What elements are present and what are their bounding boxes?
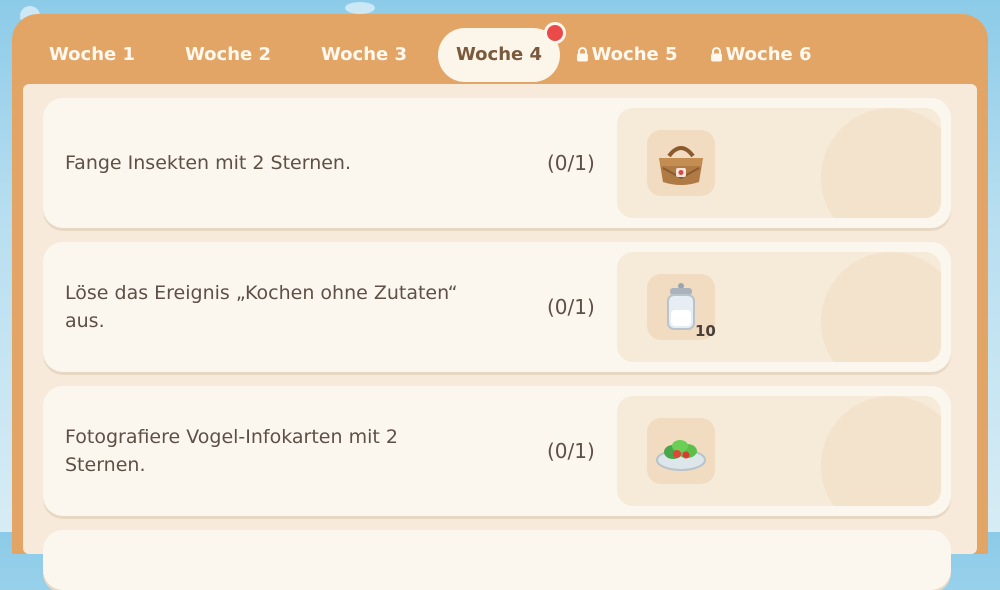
reward-quantity: 10 (695, 322, 716, 340)
task-card[interactable]: Löse das Ereignis „Kochen ohne Zutaten“ … (43, 242, 951, 372)
salad-plate-icon (656, 440, 706, 471)
picnic-basket-icon (659, 146, 703, 185)
tab-label: Woche 6 (725, 44, 812, 65)
reward-area (617, 108, 941, 218)
task-card[interactable]: Fotografiere Vogel-Infokarten mit 2 Ster… (43, 386, 951, 516)
task-progress: (0/1) (547, 151, 595, 175)
tab-week-4[interactable]: Woche 4 (438, 22, 566, 82)
task-description: Fange Insekten mit 2 Sternen. (65, 152, 352, 174)
notification-dot (544, 22, 566, 44)
tab-label: Woche 1 (48, 44, 136, 65)
reward-slot[interactable] (647, 418, 715, 484)
task-list: Fange Insekten mit 2 Sternen. (0/1) Löse… (23, 84, 977, 590)
reward-area (617, 396, 941, 506)
tab-week-5[interactable]: Woche 5 (572, 28, 682, 82)
tab-week-3[interactable]: Woche 3 (304, 28, 424, 82)
tab-label: Woche 3 (320, 44, 408, 65)
tab-label: Woche 4 (455, 44, 543, 65)
task-description: Löse das Ereignis „Kochen ohne Zutaten“ … (65, 282, 458, 332)
task-description: Fotografiere Vogel-Infokarten mit 2 Ster… (65, 426, 398, 476)
task-card[interactable]: Fange Insekten mit 2 Sternen. (0/1) (43, 98, 951, 228)
task-progress: (0/1) (547, 439, 595, 463)
tab-label: Woche 2 (184, 44, 272, 65)
task-card[interactable] (43, 530, 951, 590)
weekly-tasks-panel: Woche 1 Woche 2 Woche 3 Woche 4 Woche 5 … (12, 14, 988, 590)
lock-icon (711, 47, 723, 62)
background-decoration (821, 252, 941, 362)
lock-icon (577, 47, 589, 62)
tab-week-6[interactable]: Woche 6 (706, 28, 816, 82)
tab-label: Woche 5 (591, 44, 678, 65)
tab-week-1[interactable]: Woche 1 (32, 28, 152, 82)
week-tab-bar: Woche 1 Woche 2 Woche 3 Woche 4 Woche 5 … (12, 14, 988, 94)
reward-slot[interactable] (647, 130, 715, 196)
background-decoration (821, 108, 941, 218)
background-decoration (821, 396, 941, 506)
tab-week-2[interactable]: Woche 2 (168, 28, 288, 82)
reward-area: 10 (617, 252, 941, 362)
task-progress: (0/1) (547, 295, 595, 319)
